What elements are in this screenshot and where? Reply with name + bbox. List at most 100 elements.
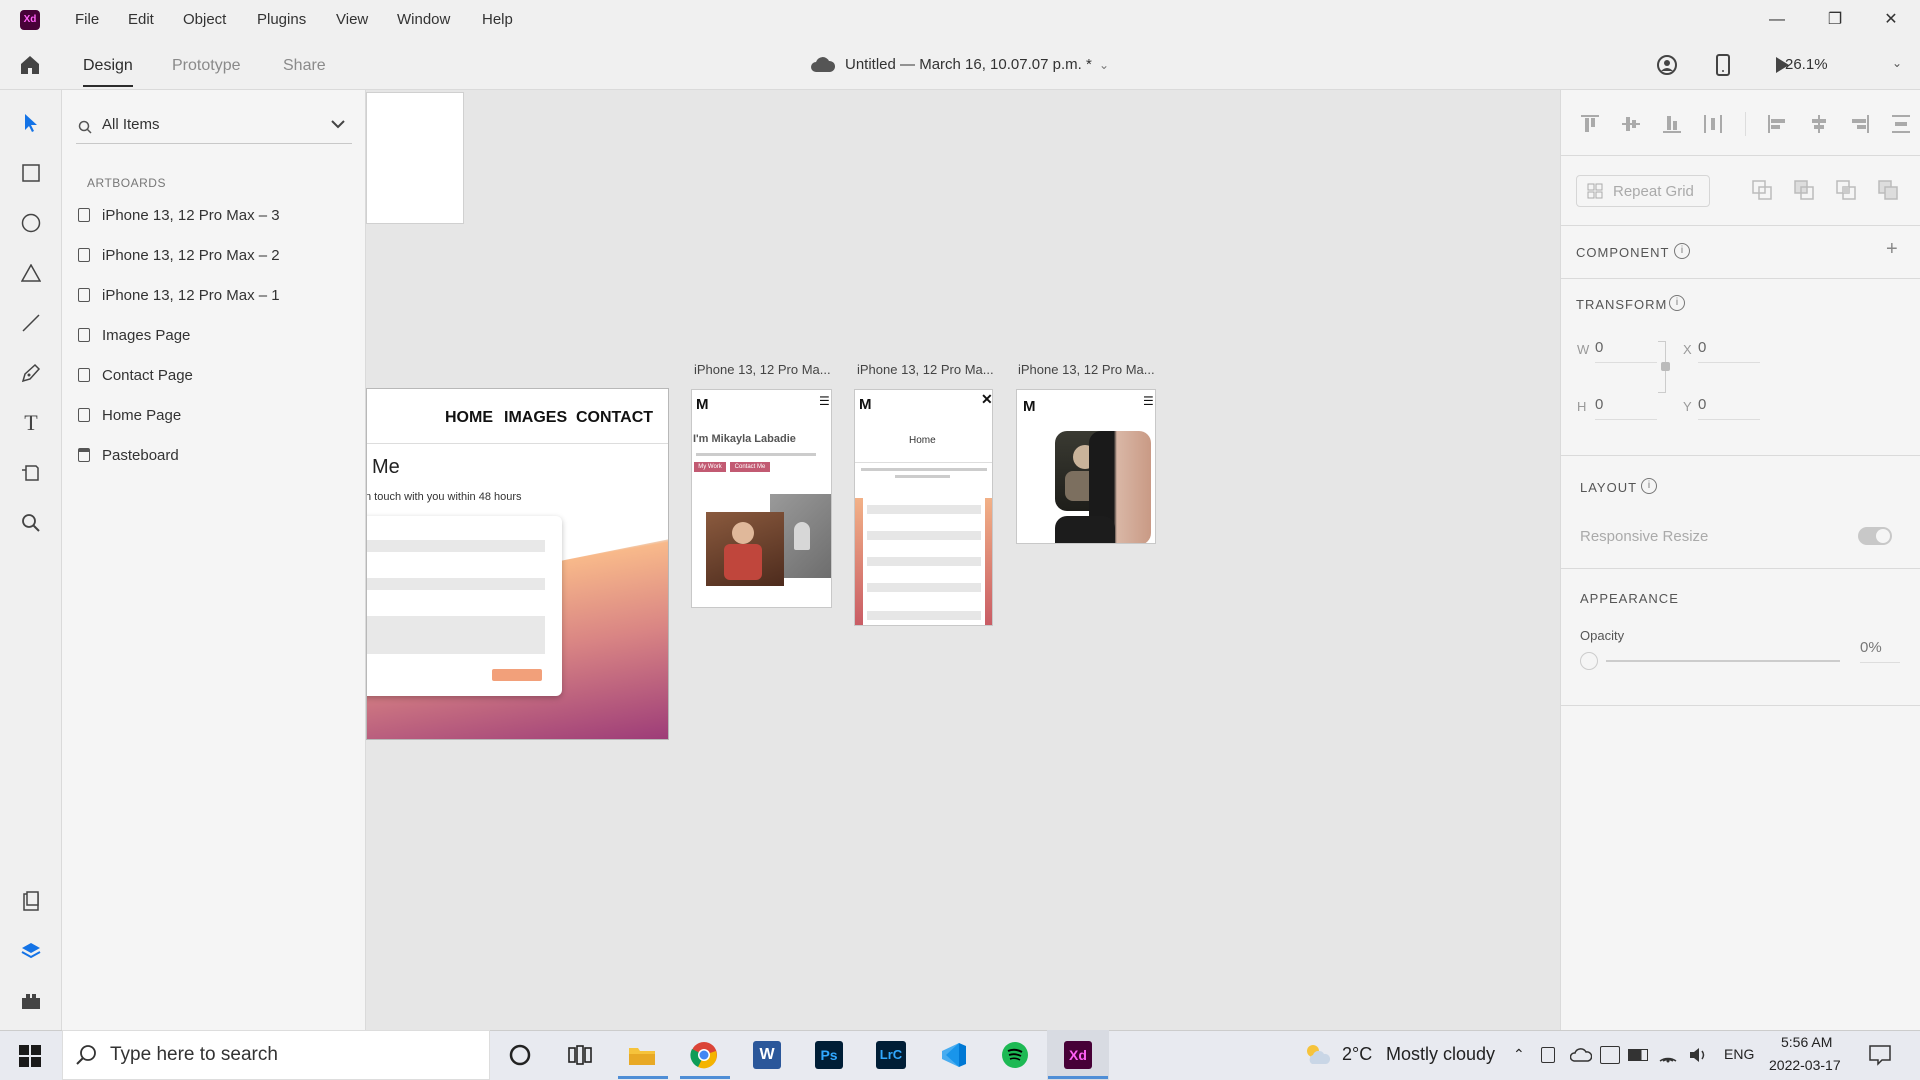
input-language[interactable]: ENG [1724, 1046, 1754, 1062]
layer-item[interactable]: Home Page [78, 403, 181, 427]
tab-design[interactable]: Design [83, 40, 133, 90]
info-icon[interactable]: i [1674, 243, 1690, 259]
align-top-icon[interactable] [1580, 114, 1599, 134]
info-icon[interactable]: i [1641, 478, 1657, 494]
artboard-label[interactable]: iPhone 13, 12 Pro Ma... [1018, 362, 1155, 377]
file-explorer-icon[interactable] [620, 1034, 664, 1076]
layers-icon[interactable] [16, 936, 46, 966]
artboard-contact-page[interactable]: HOME IMAGES CONTACT Me n touch with you … [366, 388, 669, 740]
spotify-icon[interactable] [993, 1034, 1037, 1076]
vscode-icon[interactable] [931, 1034, 975, 1076]
boolean-exclude-icon[interactable] [1878, 180, 1898, 200]
boolean-subtract-icon[interactable] [1794, 180, 1814, 200]
align-left-icon[interactable] [1767, 114, 1786, 134]
restore-icon[interactable]: ❐ [1806, 0, 1864, 40]
battery-icon[interactable] [1628, 1049, 1648, 1061]
close-window-icon[interactable]: ✕ [1862, 0, 1920, 40]
select-tool-icon[interactable] [16, 108, 46, 138]
onedrive-icon[interactable] [1569, 1047, 1593, 1063]
pen-tool-icon[interactable] [16, 358, 46, 388]
menu-view[interactable]: View [336, 0, 368, 40]
weather-description[interactable]: Mostly cloudy [1386, 1044, 1495, 1065]
assets-icon[interactable] [16, 886, 46, 916]
x-input[interactable]: 0 [1698, 339, 1760, 363]
opacity-slider-handle[interactable] [1580, 652, 1598, 670]
add-component-icon[interactable]: + [1886, 238, 1898, 261]
layer-item[interactable]: iPhone 13, 12 Pro Max – 2 [78, 243, 280, 267]
menu-object[interactable]: Object [183, 0, 226, 40]
cortana-icon[interactable] [498, 1034, 542, 1076]
zoom-chevron-icon[interactable]: ⌄ [1892, 56, 1902, 70]
zoom-level[interactable]: 26.1% [1785, 40, 1828, 90]
clock-date[interactable]: 2022-03-17 [1769, 1057, 1841, 1073]
align-right-icon[interactable] [1850, 114, 1869, 134]
volume-icon[interactable] [1688, 1045, 1708, 1065]
artboard-iphone-1[interactable]: M ☰ [1016, 389, 1156, 544]
artboard-iphone-2[interactable]: M ✕ Home [854, 389, 993, 626]
layer-item[interactable]: Contact Page [78, 363, 193, 387]
align-middle-icon[interactable] [1621, 114, 1641, 134]
y-input[interactable]: 0 [1698, 396, 1760, 420]
opacity-input[interactable]: 0% [1860, 639, 1900, 663]
line-tool-icon[interactable] [16, 308, 46, 338]
layer-item[interactable]: iPhone 13, 12 Pro Max – 3 [78, 203, 280, 227]
layers-filter-value[interactable]: All Items [102, 108, 160, 142]
tray-device-icon[interactable] [1541, 1047, 1555, 1063]
word-icon[interactable]: W [745, 1034, 789, 1076]
clock-time[interactable]: 5:56 AM [1781, 1034, 1832, 1050]
home-icon[interactable] [18, 53, 42, 77]
distribute-vertical-icon[interactable] [1891, 114, 1910, 134]
info-icon[interactable]: i [1669, 295, 1685, 311]
plugins-icon[interactable] [16, 986, 46, 1016]
artboard-label[interactable]: iPhone 13, 12 Pro Ma... [694, 362, 831, 377]
document-title[interactable]: Untitled — March 16, 10.07.07 p.m. * [845, 40, 1092, 90]
width-input[interactable]: 0 [1595, 339, 1657, 363]
device-preview-icon[interactable] [1716, 54, 1730, 76]
adobe-xd-icon[interactable]: Xd [1056, 1034, 1100, 1076]
lock-aspect-icon[interactable] [1661, 362, 1670, 371]
artboard-tool-icon[interactable] [16, 458, 46, 488]
text-tool-icon[interactable]: T [16, 408, 46, 438]
layer-item[interactable]: Images Page [78, 323, 190, 347]
minimize-icon[interactable]: — [1748, 0, 1806, 40]
distribute-horizontal-icon[interactable] [1703, 114, 1723, 134]
zoom-tool-icon[interactable] [16, 508, 46, 538]
responsive-resize-toggle[interactable] [1858, 527, 1892, 545]
menu-plugins[interactable]: Plugins [257, 0, 306, 40]
windows-start-icon[interactable] [19, 1045, 41, 1067]
boolean-add-icon[interactable] [1752, 180, 1772, 200]
creative-cloud-tray-icon[interactable] [1600, 1046, 1620, 1064]
tab-share[interactable]: Share [283, 40, 326, 90]
rectangle-tool-icon[interactable] [16, 158, 46, 188]
opacity-slider-track[interactable] [1606, 660, 1840, 662]
menu-window[interactable]: Window [397, 0, 450, 40]
menu-file[interactable]: File [75, 0, 99, 40]
height-input[interactable]: 0 [1595, 396, 1657, 420]
doc-title-chevron-icon[interactable]: ⌄ [1099, 58, 1109, 72]
taskbar-search-placeholder[interactable]: Type here to search [110, 1030, 278, 1080]
weather-temp[interactable]: 2°C [1342, 1044, 1372, 1065]
layer-item[interactable]: Pasteboard [78, 443, 179, 467]
align-center-icon[interactable] [1809, 114, 1828, 134]
weather-icon[interactable] [1304, 1042, 1332, 1066]
tab-prototype[interactable]: Prototype [172, 40, 240, 90]
artboard-home-page[interactable] [366, 92, 464, 224]
boolean-intersect-icon[interactable] [1836, 180, 1856, 200]
lightroom-classic-icon[interactable]: LrC [869, 1034, 913, 1076]
artboard-iphone-3[interactable]: M ☰ I'm Mikayla Labadie My Work Contact … [691, 389, 832, 608]
chrome-icon[interactable] [682, 1034, 726, 1076]
photoshop-icon[interactable]: Ps [807, 1034, 851, 1076]
artboard-label[interactable]: iPhone 13, 12 Pro Ma... [857, 362, 994, 377]
align-bottom-icon[interactable] [1662, 114, 1682, 134]
layer-item[interactable]: iPhone 13, 12 Pro Max – 1 [78, 283, 280, 307]
wifi-icon[interactable] [1658, 1045, 1678, 1065]
polygon-tool-icon[interactable] [16, 258, 46, 288]
menu-help[interactable]: Help [482, 0, 513, 40]
task-view-icon[interactable] [558, 1034, 602, 1076]
tray-overflow-chevron-icon[interactable]: ⌃ [1513, 1046, 1525, 1063]
repeat-grid-button[interactable]: Repeat Grid [1576, 175, 1710, 207]
menu-edit[interactable]: Edit [128, 0, 154, 40]
share-user-icon[interactable] [1656, 54, 1678, 76]
filter-chevron-icon[interactable] [331, 116, 345, 132]
ellipse-tool-icon[interactable] [16, 208, 46, 238]
